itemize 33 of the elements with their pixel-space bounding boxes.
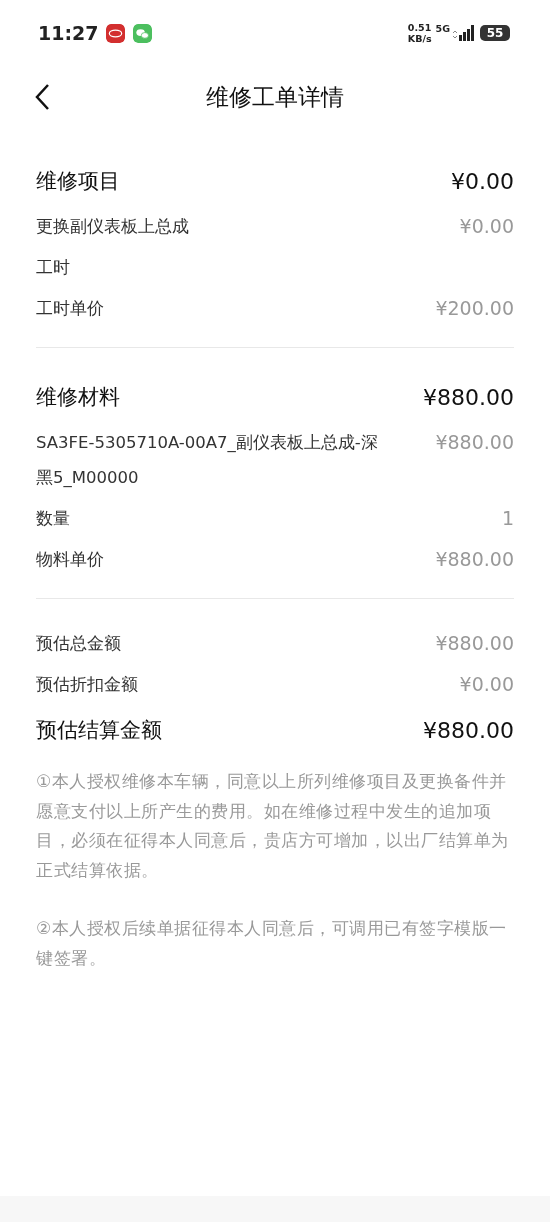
item-label: 预估折扣金额 bbox=[36, 674, 138, 696]
terms-note: ②本人授权后续单据征得本人同意后，可调用已有签字模版一键签署。 bbox=[36, 917, 508, 970]
item-label: 更换副仪表板上总成 bbox=[36, 216, 189, 238]
item-value: 1 bbox=[501, 506, 514, 531]
item-value: ¥0.00 bbox=[459, 672, 514, 697]
item-value: ¥880.00 bbox=[435, 430, 514, 455]
item-label: 工时单价 bbox=[36, 298, 104, 320]
status-time: 11:27 bbox=[38, 22, 99, 44]
item-label: 数量 bbox=[36, 508, 70, 530]
item-value: ¥200.00 bbox=[435, 296, 514, 321]
chat-app-icon bbox=[133, 23, 153, 43]
item-label: SA3FE-5305710A-00A7_副仪表板上总成-深黑5_M00000 bbox=[36, 432, 379, 489]
item-label: 工时 bbox=[36, 257, 70, 279]
item-value: ¥880.00 bbox=[435, 547, 514, 572]
section-title: 预估结算金额 bbox=[36, 717, 162, 744]
item-value: ¥880.00 bbox=[435, 631, 514, 656]
network-type: 5G bbox=[435, 22, 450, 34]
item-label: 预估总金额 bbox=[36, 633, 121, 655]
speed-unit: KB/s bbox=[407, 33, 432, 44]
section-amount: ¥880.00 bbox=[423, 384, 514, 410]
network-speed: 0.51 bbox=[407, 22, 432, 33]
car-app-icon bbox=[106, 23, 126, 43]
section-amount: ¥0.00 bbox=[451, 168, 514, 194]
item-label: 物料单价 bbox=[36, 549, 104, 571]
back-icon[interactable] bbox=[34, 83, 50, 111]
page-title: 维修工单详情 bbox=[206, 83, 344, 110]
signal-icon bbox=[452, 25, 474, 41]
item-value: ¥0.00 bbox=[459, 214, 514, 239]
section-title: 维修项目 bbox=[36, 168, 120, 195]
section-amount: ¥880.00 bbox=[423, 717, 514, 743]
section-title: 维修材料 bbox=[36, 384, 120, 411]
terms-note: ①本人授权维修本车辆，同意以上所列维修项目及更换备件并愿意支付以上所产生的费用。如在维修过程中发生的追加项目，必须在征得本人同意后，贵店方可增加，以出厂结算单为正式结算依据。 bbox=[36, 770, 510, 882]
battery-indicator: 55 bbox=[480, 25, 510, 41]
